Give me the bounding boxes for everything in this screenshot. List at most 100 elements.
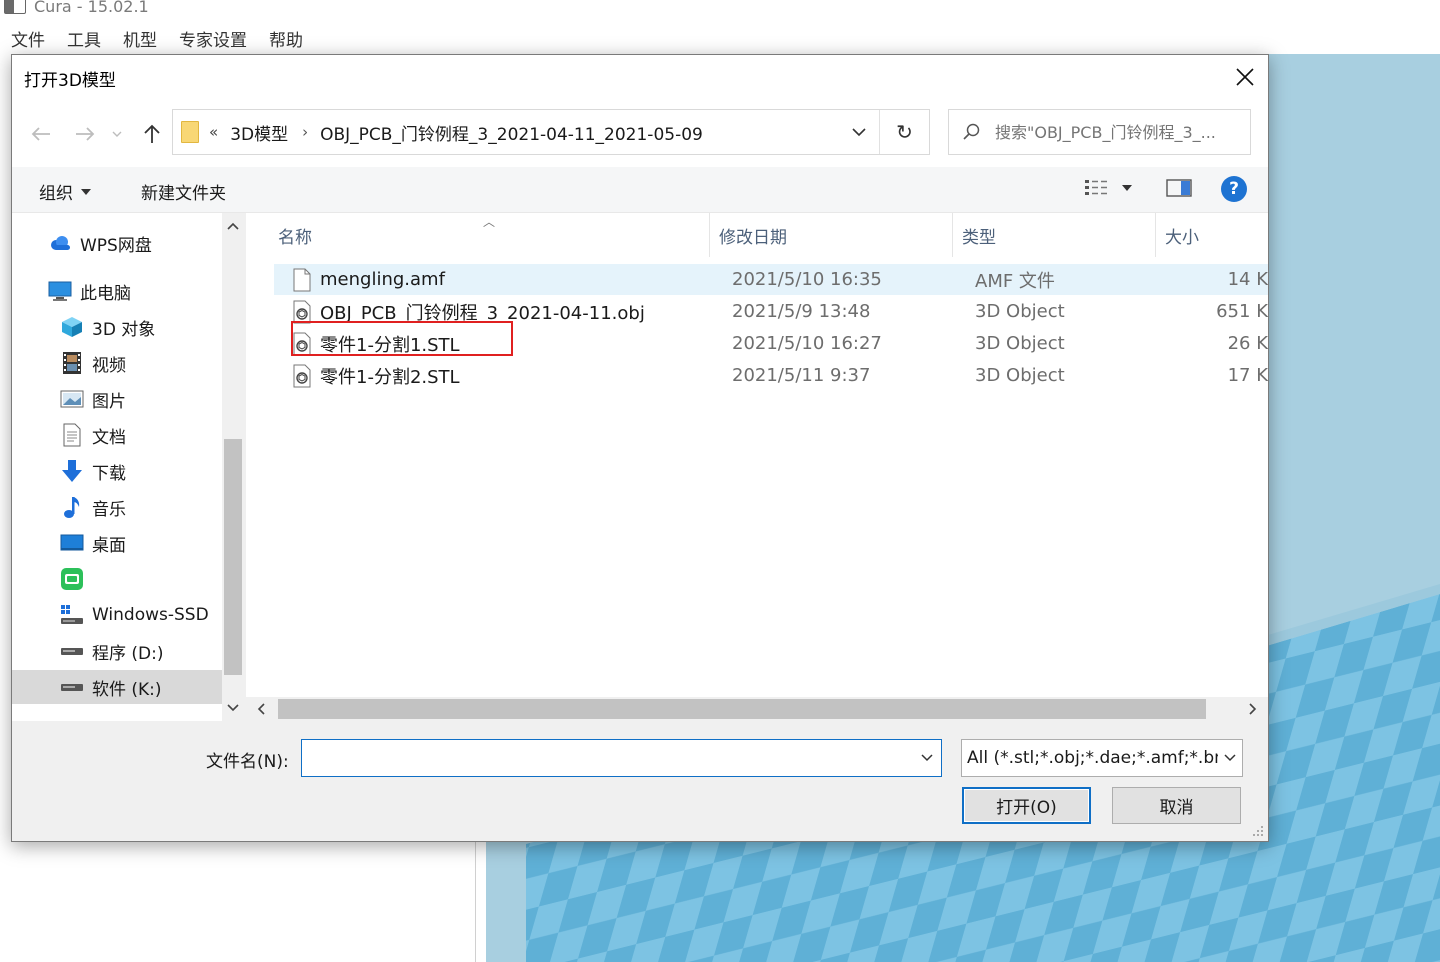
menu-file[interactable]: 文件 bbox=[0, 26, 56, 51]
blank-file-icon bbox=[293, 268, 311, 291]
scroll-right-button[interactable] bbox=[1238, 697, 1268, 721]
3d-object-file-icon bbox=[293, 332, 311, 355]
nav-pane-scrollbar[interactable] bbox=[222, 213, 244, 721]
nav-item-pictures[interactable]: 图片 bbox=[12, 382, 222, 416]
nav-item-label: 下载 bbox=[92, 463, 126, 484]
open-button[interactable]: 打开(O) bbox=[962, 787, 1091, 824]
filename-dropdown-button[interactable] bbox=[913, 740, 941, 776]
cura-settings-panel bbox=[0, 840, 476, 962]
nav-item-drive-d[interactable]: 程序 (D:) bbox=[12, 634, 222, 668]
file-modified: 2021/5/10 16:27 bbox=[732, 333, 882, 354]
nav-item-wps-cloud[interactable]: WPS网盘 bbox=[12, 226, 222, 260]
arrow-right-icon bbox=[76, 127, 95, 141]
search-box[interactable] bbox=[948, 109, 1251, 155]
help-button[interactable]: ? bbox=[1221, 176, 1247, 202]
menu-help[interactable]: 帮助 bbox=[258, 26, 314, 51]
nav-item-drive-k[interactable]: 软件 (K:) bbox=[12, 670, 222, 704]
scrollbar-thumb[interactable] bbox=[278, 699, 1206, 719]
file-size: 17 K bbox=[1227, 365, 1268, 386]
breadcrumb-separator-icon[interactable]: › bbox=[302, 123, 308, 141]
nav-item-downloads[interactable]: 下载 bbox=[12, 454, 222, 488]
cancel-button[interactable]: 取消 bbox=[1112, 787, 1241, 824]
change-view-button[interactable] bbox=[1084, 178, 1132, 198]
arrow-up-icon bbox=[144, 124, 160, 143]
column-header-name[interactable]: 名称 bbox=[270, 213, 710, 257]
nav-item-green-app[interactable] bbox=[12, 562, 222, 596]
file-type: AMF 文件 bbox=[975, 270, 1055, 292]
file-type-dropdown-button[interactable] bbox=[1218, 740, 1242, 776]
file-type: 3D Object bbox=[975, 365, 1065, 386]
nav-item-music[interactable]: 音乐 bbox=[12, 490, 222, 524]
scroll-up-button[interactable] bbox=[222, 213, 244, 239]
file-name-cell: mengling.amf bbox=[292, 264, 445, 295]
preview-pane-icon bbox=[1166, 179, 1192, 197]
chevron-down-icon bbox=[852, 127, 866, 136]
up-button[interactable] bbox=[139, 121, 165, 147]
drive-icon bbox=[60, 639, 84, 663]
arrow-left-icon bbox=[31, 127, 50, 141]
refresh-button[interactable]: ↻ bbox=[879, 110, 929, 154]
caret-down-icon bbox=[1122, 185, 1132, 191]
nav-item-label: 图片 bbox=[92, 391, 126, 412]
refresh-icon: ↻ bbox=[896, 120, 913, 144]
scroll-left-button[interactable] bbox=[246, 697, 276, 721]
nav-item-label: 3D 对象 bbox=[92, 319, 156, 340]
menu-tools[interactable]: 工具 bbox=[56, 26, 112, 51]
navigation-pane: WPS网盘 此电脑 3D 对象 视频 图片 文档 下载 音乐 桌面 Window… bbox=[12, 213, 244, 721]
nav-item-documents[interactable]: 文档 bbox=[12, 418, 222, 452]
nav-item-desktop[interactable]: 桌面 bbox=[12, 526, 222, 560]
file-row[interactable]: OBJ_PCB_门铃例程_3_2021-04-11.obj 2021/5/9 1… bbox=[274, 296, 1268, 327]
drive-icon bbox=[60, 675, 84, 699]
file-type: 3D Object bbox=[975, 333, 1065, 354]
recent-locations-button[interactable] bbox=[108, 121, 126, 147]
back-button[interactable] bbox=[28, 121, 54, 147]
address-overflow[interactable]: « bbox=[209, 123, 218, 141]
menu-expert[interactable]: 专家设置 bbox=[168, 26, 258, 51]
new-folder-button[interactable]: 新建文件夹 bbox=[141, 179, 226, 204]
filename-input[interactable] bbox=[308, 740, 908, 776]
computer-icon bbox=[48, 279, 72, 303]
file-type-filter-select[interactable]: All (*.stl;*.obj;*.dae;*.amf;*.bn bbox=[961, 739, 1243, 777]
search-input[interactable] bbox=[995, 122, 1240, 142]
column-header-size[interactable]: 大小 bbox=[1157, 213, 1268, 257]
navigation-row: « 3D模型 › OBJ_PCB_门铃例程_3_2021-04-11_2021-… bbox=[12, 99, 1268, 167]
file-type: 3D Object bbox=[975, 301, 1065, 322]
resize-grip-icon[interactable] bbox=[1252, 825, 1264, 837]
nav-item-label: 此电脑 bbox=[80, 283, 131, 304]
file-row[interactable]: mengling.amf 2021/5/10 16:35 AMF 文件 14 K bbox=[274, 264, 1268, 295]
chevron-up-icon bbox=[227, 222, 239, 230]
address-bar[interactable]: « 3D模型 › OBJ_PCB_门铃例程_3_2021-04-11_2021-… bbox=[172, 109, 930, 155]
breadcrumb-current-folder[interactable]: OBJ_PCB_门铃例程_3_2021-04-11_2021-05-09 bbox=[320, 120, 703, 145]
file-name: 零件1-分割2.STL bbox=[320, 366, 460, 388]
nav-item-videos[interactable]: 视频 bbox=[12, 346, 222, 380]
address-dropdown-button[interactable] bbox=[839, 110, 879, 154]
close-button[interactable] bbox=[1222, 55, 1268, 99]
column-header-date[interactable]: 修改日期 bbox=[711, 213, 953, 257]
file-row[interactable]: 零件1-分割1.STL 2021/5/10 16:27 3D Object 26… bbox=[274, 328, 1268, 359]
breadcrumb-3d-models[interactable]: 3D模型 bbox=[230, 120, 288, 145]
nav-item-3d-objects[interactable]: 3D 对象 bbox=[12, 310, 222, 344]
horizontal-scrollbar[interactable] bbox=[246, 697, 1268, 721]
organize-button[interactable]: 组织 bbox=[39, 179, 91, 204]
file-row[interactable]: 零件1-分割2.STL 2021/5/11 9:37 3D Object 17 … bbox=[274, 360, 1268, 391]
column-header-type[interactable]: 类型 bbox=[954, 213, 1156, 257]
dialog-title: 打开3D模型 bbox=[24, 71, 116, 91]
nav-item-this-pc[interactable]: 此电脑 bbox=[12, 274, 222, 308]
filename-combobox[interactable] bbox=[301, 739, 942, 777]
menu-machine[interactable]: 机型 bbox=[112, 26, 168, 51]
file-size: 14 K bbox=[1227, 269, 1268, 290]
preview-pane-button[interactable] bbox=[1166, 178, 1192, 202]
chevron-right-icon bbox=[1249, 703, 1257, 715]
file-type-filter-value: All (*.stl;*.obj;*.dae;*.amf;*.bn bbox=[967, 748, 1225, 768]
scrollbar-thumb[interactable] bbox=[224, 439, 242, 675]
nav-item-windows-ssd[interactable]: Windows-SSD bbox=[12, 598, 222, 632]
scroll-down-button[interactable] bbox=[222, 695, 244, 721]
cube-icon bbox=[60, 315, 84, 339]
green-app-icon bbox=[60, 567, 84, 591]
forward-button[interactable] bbox=[72, 121, 98, 147]
cura-title-bar: Cura - 15.02.1 bbox=[0, 0, 149, 18]
file-size: 651 K bbox=[1216, 301, 1268, 322]
cura-window-title: Cura - 15.02.1 bbox=[34, 0, 149, 16]
help-icon: ? bbox=[1229, 179, 1239, 199]
nav-item-label: 桌面 bbox=[92, 535, 126, 556]
